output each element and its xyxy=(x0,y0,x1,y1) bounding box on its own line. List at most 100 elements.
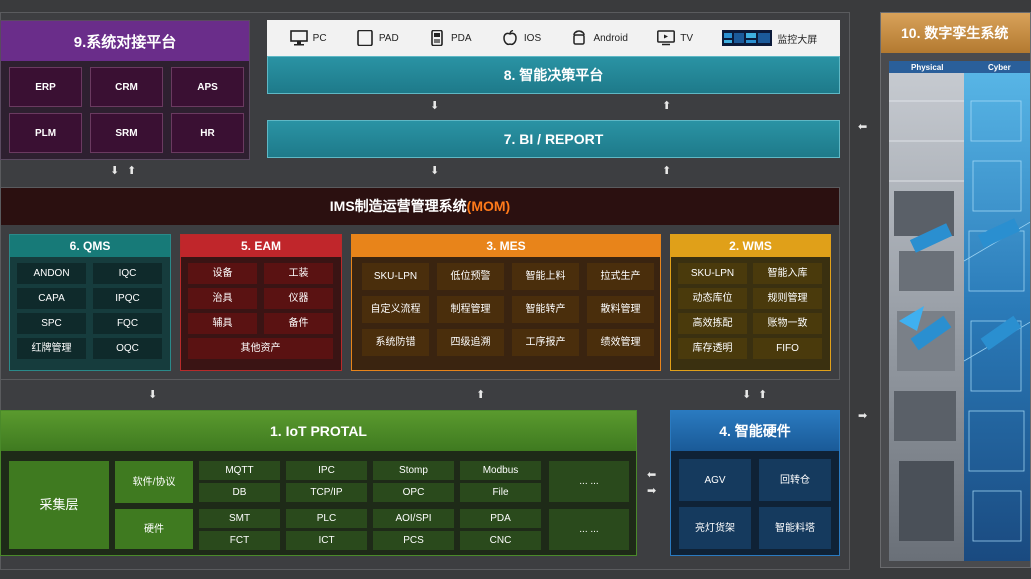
android-icon xyxy=(573,30,586,45)
iot-hardware-item[interactable]: CNC xyxy=(460,531,541,550)
iot-hardware-item[interactable]: PDA xyxy=(460,509,541,528)
qms-item[interactable]: OQC xyxy=(93,338,162,359)
eam-item-wide[interactable]: 其他资产 xyxy=(188,338,333,359)
qms-item[interactable]: FQC xyxy=(93,313,162,334)
sys-item-srm[interactable]: SRM xyxy=(90,113,163,153)
iot-protocol-item[interactable]: MQTT xyxy=(199,461,280,480)
qms-item[interactable]: CAPA xyxy=(17,288,86,309)
mom-title: IMS制造运营管理系统 xyxy=(329,198,467,214)
arrow-up-icon: ⬆ xyxy=(662,100,672,112)
iot-hardware-more[interactable]: ... ... xyxy=(549,509,629,550)
mom-title-bar: IMS制造运营管理系统 (MOM) xyxy=(0,187,840,225)
iot-hardware-item[interactable]: AOI/SPI xyxy=(373,509,454,528)
wms-item[interactable]: SKU-LPN xyxy=(678,263,747,284)
smart-hardware-item[interactable]: 亮灯货架 xyxy=(679,507,751,549)
wms-item[interactable]: 库存透明 xyxy=(678,338,747,359)
iot-hardware-item[interactable]: FCT xyxy=(199,531,280,550)
eam-item[interactable]: 辅具 xyxy=(188,313,257,334)
wms-panel: 2. WMS SKU-LPN 智能入库 动态库位 规则管理 高效拣配 账物一致 … xyxy=(670,234,831,371)
mes-panel: 3. MES SKU-LPN 低位预警 智能上料 拉式生产 自定义流程 制程管理… xyxy=(351,234,661,371)
iot-hardware-item[interactable]: PCS xyxy=(373,531,454,550)
device-pda: PDA xyxy=(428,30,472,46)
mes-item[interactable]: 四级追溯 xyxy=(437,329,504,356)
qms-item[interactable]: ANDON xyxy=(17,263,86,284)
iot-hardware-item[interactable]: SMT xyxy=(199,509,280,528)
mes-item[interactable]: 绩效管理 xyxy=(587,329,654,356)
mes-item[interactable]: SKU-LPN xyxy=(362,263,429,290)
bi-report-bar[interactable]: 7. BI / REPORT xyxy=(267,120,840,158)
qms-item[interactable]: SPC xyxy=(17,313,86,334)
device-ios: IOS xyxy=(501,30,541,46)
mes-item[interactable]: 智能转产 xyxy=(512,296,579,323)
iot-protocol-item[interactable]: File xyxy=(460,483,541,502)
eam-title: 5. EAM xyxy=(181,235,341,257)
smart-hardware-item[interactable]: AGV xyxy=(679,459,751,501)
iot-software-more[interactable]: ... ... xyxy=(549,461,629,502)
iot-protocol-item[interactable]: Stomp xyxy=(373,461,454,480)
mes-item[interactable]: 自定义流程 xyxy=(362,296,429,323)
iot-protocol-item[interactable]: TCP/IP xyxy=(286,483,367,502)
wms-item[interactable]: 账物一致 xyxy=(753,313,822,334)
eam-panel: 5. EAM 设备 工装 治具 仪器 辅具 备件 其他资产 xyxy=(180,234,342,371)
mes-item[interactable]: 系统防错 xyxy=(362,329,429,356)
arrow-up-icon: ⬆ xyxy=(662,165,672,177)
iot-protocol-item[interactable]: DB xyxy=(199,483,280,502)
sys-item-erp[interactable]: ERP xyxy=(9,67,82,107)
sys-item-aps[interactable]: APS xyxy=(171,67,244,107)
sys-item-plm[interactable]: PLM xyxy=(9,113,82,153)
mes-item[interactable]: 制程管理 xyxy=(437,296,504,323)
iot-protocol-item[interactable]: OPC xyxy=(373,483,454,502)
qms-item[interactable]: 红牌管理 xyxy=(17,338,86,359)
iot-protocol-item[interactable]: Modbus xyxy=(460,461,541,480)
qms-item[interactable]: IQC xyxy=(93,263,162,284)
wms-item[interactable]: 高效拣配 xyxy=(678,313,747,334)
iot-hardware-item[interactable]: PLC xyxy=(286,509,367,528)
mes-item[interactable]: 散料管理 xyxy=(587,296,654,323)
eam-item[interactable]: 设备 xyxy=(188,263,257,284)
arrow-down-icon: ⬇ xyxy=(148,389,158,401)
device-screen: 监控大屏 xyxy=(722,30,817,46)
arrow-down-icon: ⬇ xyxy=(430,100,440,112)
arrow-up-icon: ⬆ xyxy=(127,165,137,177)
qms-item[interactable]: IPQC xyxy=(93,288,162,309)
device-pc: PC xyxy=(289,30,327,46)
mes-item[interactable]: 拉式生产 xyxy=(587,263,654,290)
iot-collect-layer: 采集层 xyxy=(9,461,109,549)
arrow-down-icon: ⬇ xyxy=(110,165,120,177)
arrow-up-icon: ⬆ xyxy=(758,389,768,401)
wms-item[interactable]: 动态库位 xyxy=(678,288,747,309)
sys-item-hr[interactable]: HR xyxy=(171,113,244,153)
iot-hardware-item[interactable]: ICT xyxy=(286,531,367,550)
handheld-icon xyxy=(431,30,443,46)
wms-item[interactable]: 智能入库 xyxy=(753,263,822,284)
mes-item[interactable]: 低位预警 xyxy=(437,263,504,290)
eam-item[interactable]: 工装 xyxy=(264,263,333,284)
wms-item[interactable]: 规则管理 xyxy=(753,288,822,309)
mes-item[interactable]: 智能上料 xyxy=(512,263,579,290)
factory-twin-illustration xyxy=(889,61,1030,561)
decision-platform-bar[interactable]: 8. 智能决策平台 xyxy=(267,56,840,94)
iot-hardware-grid: SMT PLC AOI/SPI PDA FCT ICT PCS CNC xyxy=(199,509,541,550)
eam-item[interactable]: 仪器 xyxy=(264,288,333,309)
mes-item[interactable]: 工序报产 xyxy=(512,329,579,356)
factory-image xyxy=(889,61,1030,561)
device-android: Android xyxy=(570,30,628,46)
iot-protocol-item[interactable]: IPC xyxy=(286,461,367,480)
eam-item[interactable]: 治具 xyxy=(188,288,257,309)
qms-title: 6. QMS xyxy=(10,235,170,257)
digital-twin-panel: 10. 数字孪生系统 Physical Cyber xyxy=(880,12,1031,568)
arrow-left-icon: ⬅ xyxy=(647,469,657,481)
dashboard-screen-icon xyxy=(722,30,773,46)
wms-item[interactable]: FIFO xyxy=(753,338,822,359)
mes-title: 3. MES xyxy=(352,235,660,257)
iot-software-grid: MQTT IPC Stomp Modbus DB TCP/IP OPC File xyxy=(199,461,541,502)
iot-software-label: 软件/协议 xyxy=(115,461,193,503)
smart-hardware-item[interactable]: 智能料塔 xyxy=(759,507,831,549)
sys-item-crm[interactable]: CRM xyxy=(90,67,163,107)
smart-hardware-item[interactable]: 回转仓 xyxy=(759,459,831,501)
apple-icon xyxy=(503,30,517,46)
eam-item[interactable]: 备件 xyxy=(264,313,333,334)
monitor-icon xyxy=(289,30,308,46)
wms-title: 2. WMS xyxy=(671,235,830,257)
device-label: PDA xyxy=(451,32,472,44)
